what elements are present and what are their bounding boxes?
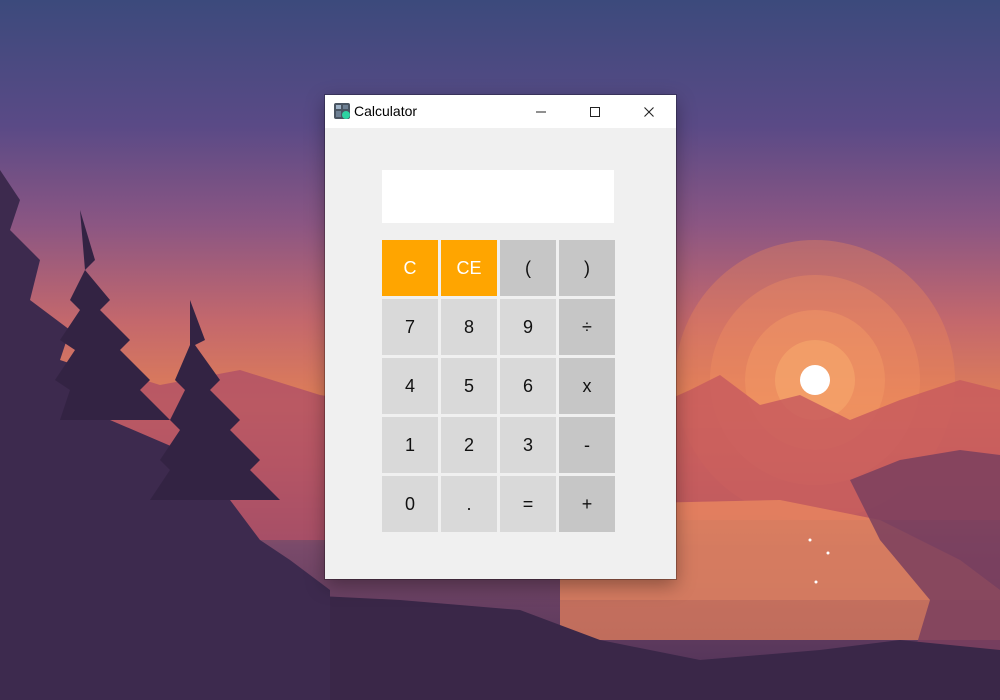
maximize-icon xyxy=(590,106,600,117)
digit-2-button[interactable]: 2 xyxy=(441,417,497,473)
calculator-display xyxy=(382,170,614,223)
decimal-button[interactable]: . xyxy=(441,476,497,532)
digit-8-button[interactable]: 8 xyxy=(441,299,497,355)
desktop: Calculator C CE () 7 8 9 ÷ 4 5 6 x 1 2 … xyxy=(0,0,1000,700)
digit-5-button[interactable]: 5 xyxy=(441,358,497,414)
close-icon xyxy=(644,106,654,117)
subtract-button[interactable]: - xyxy=(559,417,615,473)
digit-6-button[interactable]: 6 xyxy=(500,358,556,414)
minimize-icon xyxy=(536,111,546,112)
open-paren-button[interactable]: ( xyxy=(500,240,556,296)
close-button[interactable] xyxy=(622,95,676,128)
calculator-window: Calculator C CE () 7 8 9 ÷ 4 5 6 x 1 2 … xyxy=(325,95,676,579)
equals-button[interactable]: = xyxy=(500,476,556,532)
digit-0-button[interactable]: 0 xyxy=(382,476,438,532)
divide-button[interactable]: ÷ xyxy=(559,299,615,355)
digit-9-button[interactable]: 9 xyxy=(500,299,556,355)
keypad: C CE ( ) 7 8 9 ÷ 4 5 6 x 1 2 3 - 0 . = + xyxy=(382,240,615,532)
multiply-button[interactable]: x xyxy=(559,358,615,414)
title-bar[interactable]: Calculator xyxy=(325,95,676,128)
minimize-button[interactable] xyxy=(514,95,568,128)
digit-4-button[interactable]: 4 xyxy=(382,358,438,414)
maximize-button[interactable] xyxy=(568,95,622,128)
calculator-app-icon xyxy=(334,103,350,119)
digit-7-button[interactable]: 7 xyxy=(382,299,438,355)
add-button[interactable]: + xyxy=(559,476,615,532)
clear-entry-button[interactable]: CE xyxy=(441,240,497,296)
close-paren-button[interactable]: ) xyxy=(559,240,615,296)
clear-button[interactable]: C xyxy=(382,240,438,296)
window-title: Calculator xyxy=(354,103,418,119)
digit-1-button[interactable]: 1 xyxy=(382,417,438,473)
digit-3-button[interactable]: 3 xyxy=(500,417,556,473)
